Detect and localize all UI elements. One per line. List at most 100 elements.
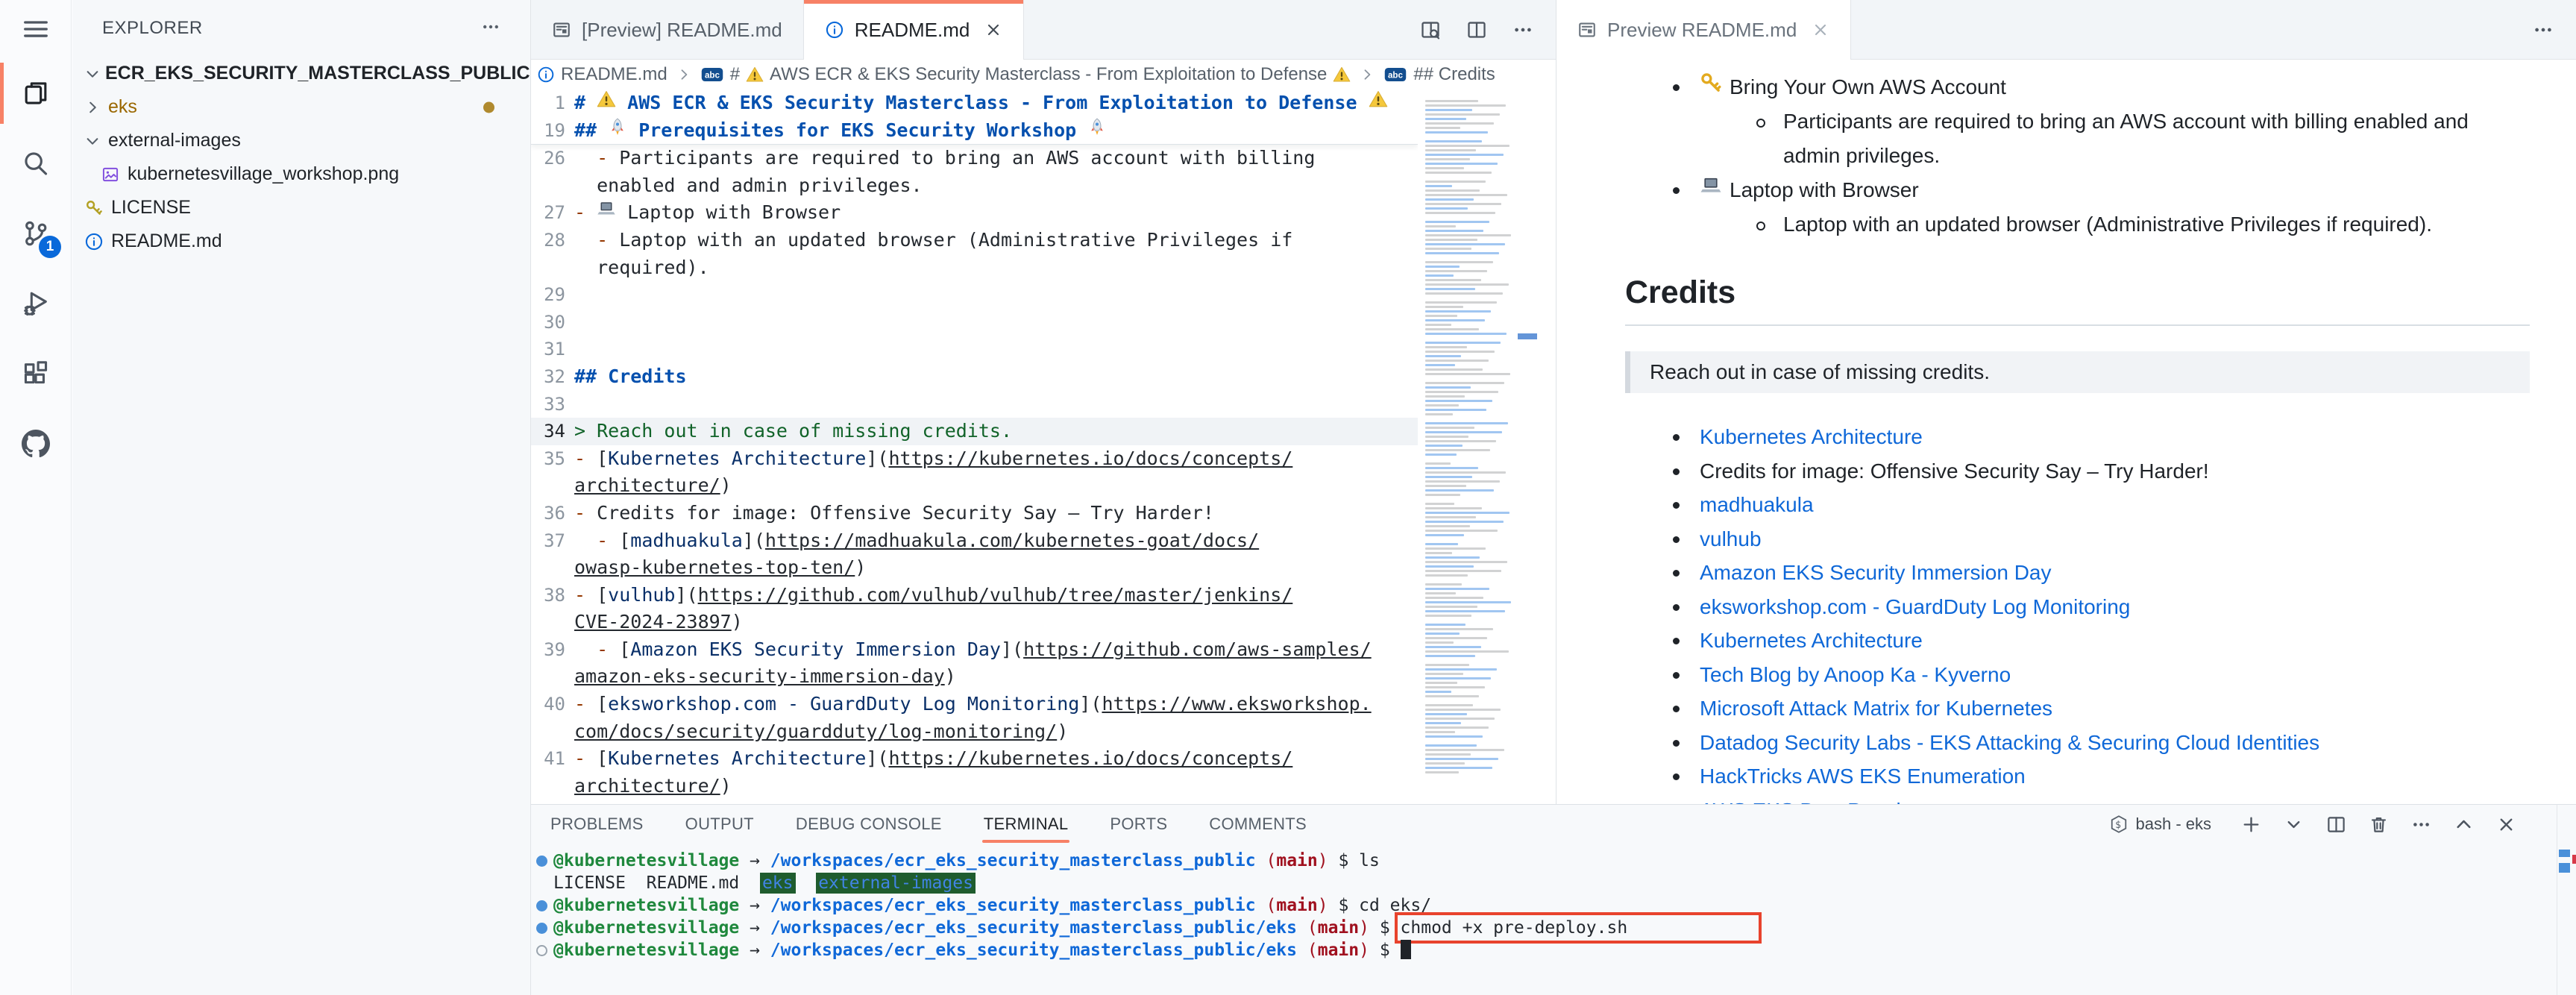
activity-item-extensions[interactable] [0, 339, 72, 409]
tab-label: Preview README.md [1607, 19, 1797, 42]
panel-tab-ports[interactable]: PORTS [1108, 807, 1169, 841]
terminal-command-mark [2559, 850, 2570, 857]
panel-tab-problems[interactable]: PROBLEMS [549, 807, 645, 841]
activity-item-github[interactable] [0, 409, 72, 479]
kill-terminal-button[interactable] [2369, 814, 2389, 835]
editor-row-current: 34> Reach out in case of missing credits… [531, 418, 1418, 445]
activity-item-run-debug[interactable] [0, 269, 72, 339]
tree-item-label: external-images [108, 130, 241, 151]
new-terminal-button[interactable] [2241, 814, 2261, 835]
split-editor-icon [1466, 19, 1487, 40]
line-number [531, 609, 565, 636]
breadcrumb[interactable]: README.md abc# AWS ECR & EKS Security Mas… [531, 60, 1556, 90]
terminal-line: @kubernetesvillage → /workspaces/ecr_eks… [531, 939, 2576, 961]
overview-cursor-mark [1518, 333, 1537, 339]
markdown-preview[interactable]: Bring Your Own AWS AccountParticipants a… [1556, 60, 2576, 804]
tree-item-label: README.md [111, 230, 222, 252]
kill-terminal-icon [2369, 814, 2389, 835]
tab-preview-readme-md[interactable]: Preview README.md [1556, 0, 1851, 60]
tree-item-kubernetesvillage-workshop-png[interactable]: kubernetesvillage_workshop.png [72, 157, 530, 191]
editor-row: 29 [531, 281, 1418, 309]
activity-item-source-control[interactable]: 1 [0, 198, 72, 269]
credits-item: eksworkshop.com - GuardDuty Log Monitori… [1625, 590, 2530, 624]
split-editor-button[interactable] [1466, 19, 1487, 40]
editor-actions [1420, 0, 1556, 60]
tab-readme-md[interactable]: README.md [804, 0, 1025, 60]
editor-row: 40- [eksworkshop.com - GuardDuty Log Mon… [531, 691, 1418, 718]
credits-link[interactable]: Datadog Security Labs - EKS Attacking & … [1700, 731, 2319, 754]
line-number: 26 [531, 145, 565, 172]
editor-row: 30 [531, 309, 1418, 336]
panel-tab-terminal[interactable]: TERMINAL [982, 807, 1070, 841]
panel-tab-debug-console[interactable]: DEBUG CONSOLE [794, 807, 943, 841]
new-terminal-icon [2241, 814, 2261, 835]
chevron-down-icon [84, 133, 101, 149]
credits-link[interactable]: HackTricks AWS EKS Enumeration [1700, 765, 2026, 788]
editor-tab-bar: [Preview] README.mdREADME.md [531, 0, 1556, 60]
tree-item-eks[interactable]: eks [72, 90, 530, 124]
credits-link[interactable]: Microsoft Attack Matrix for Kubernetes [1700, 697, 2052, 720]
panel-tabs: PROBLEMS OUTPUT DEBUG CONSOLE TERMINAL PORTS… [549, 807, 1308, 841]
close-panel-button[interactable] [2496, 814, 2516, 835]
chevron-right-icon [84, 99, 101, 116]
editor-body[interactable]: 1# AWS ECR & EKS Security Masterclass - … [531, 90, 1556, 804]
activity-item-search[interactable] [0, 128, 72, 198]
command-status-dot [531, 939, 553, 961]
info-file-icon [84, 232, 104, 251]
minimap[interactable] [1418, 90, 1515, 804]
tab-close-icon[interactable] [984, 21, 1002, 39]
activity-item-menu[interactable] [0, 0, 72, 58]
more-actions-button[interactable] [2411, 814, 2431, 835]
breadcrumb-segment[interactable]: README.md [537, 64, 667, 85]
editor-row: 33 [531, 391, 1418, 418]
svg-text:abc: abc [1388, 71, 1404, 81]
line-number: 39 [531, 636, 565, 664]
panel-tab-comments[interactable]: COMMENTS [1207, 807, 1308, 841]
markdown-preview-icon [552, 20, 571, 40]
line-number [531, 554, 565, 582]
maximize-panel-button[interactable] [2454, 814, 2474, 835]
maximize-panel-icon [2454, 814, 2474, 835]
explorer-more-actions-icon[interactable] [481, 17, 500, 40]
terminal-instance[interactable]: $bash - eks [2109, 814, 2212, 834]
credits-link[interactable]: Kubernetes Architecture [1700, 629, 1923, 652]
terminal-picker-button[interactable] [2284, 814, 2304, 835]
panel-tab-output[interactable]: OUTPUT [684, 807, 755, 841]
credits-link[interactable]: vulhub [1700, 527, 1762, 550]
breadcrumb-segment[interactable]: abc# AWS ECR & EKS Security Masterclass … [700, 64, 1351, 85]
tree-item-readme-md[interactable]: README.md [72, 225, 530, 258]
info-file-icon [825, 20, 844, 40]
key-gold-icon [1700, 72, 1722, 94]
command-status-dot [531, 850, 553, 872]
credits-link[interactable]: madhuakula [1700, 493, 1814, 516]
tree-item-external-images[interactable]: external-images [72, 124, 530, 157]
warning-icon [597, 90, 616, 109]
split-terminal-button[interactable] [2326, 814, 2346, 835]
more-actions-button[interactable] [1512, 19, 1533, 40]
activity-item-explorer[interactable] [0, 58, 72, 128]
breadcrumb-segment[interactable]: abc## Credits [1383, 64, 1495, 85]
explorer-header: EXPLORER [72, 0, 530, 57]
editor-code[interactable]: 1# AWS ECR & EKS Security Masterclass - … [531, 90, 1418, 804]
credits-link[interactable]: AWS EKS Best Practices [1700, 799, 1933, 805]
terminal[interactable]: @kubernetesvillage → /workspaces/ecr_eks… [531, 844, 2576, 961]
line-number: 35 [531, 445, 565, 473]
tree-item-license[interactable]: LICENSE [72, 191, 530, 225]
credits-link[interactable]: eksworkshop.com - GuardDuty Log Monitori… [1700, 595, 2130, 618]
line-number: 29 [531, 281, 565, 309]
tree-item-ecr-eks-security-masterclass-public-[interactable]: ECR_EKS_SECURITY_MASTERCLASS_PUBLIC [... [72, 57, 530, 90]
credits-link[interactable]: Kubernetes Architecture [1700, 425, 1923, 448]
line-number [531, 718, 565, 746]
command-status-dot [531, 917, 553, 939]
line-number: 38 [531, 582, 565, 609]
credits-link[interactable]: Tech Blog by Anoop Ka - Kyverno [1700, 663, 2011, 686]
credits-link[interactable]: Amazon EKS Security Immersion Day [1700, 561, 2052, 584]
open-preview-side-button[interactable] [1420, 19, 1441, 40]
more-actions-button[interactable] [2533, 19, 2554, 40]
activity-bar: 1 [0, 0, 72, 995]
markdown-preview-icon [1577, 20, 1597, 40]
editor-row: 38- [vulhub](https://github.com/vulhub/v… [531, 582, 1418, 609]
tab--preview-readme-md[interactable]: [Preview] README.md [531, 0, 804, 60]
editor-row: enabled and admin privileges. [531, 172, 1418, 200]
tab-close-icon[interactable] [1812, 21, 1829, 39]
